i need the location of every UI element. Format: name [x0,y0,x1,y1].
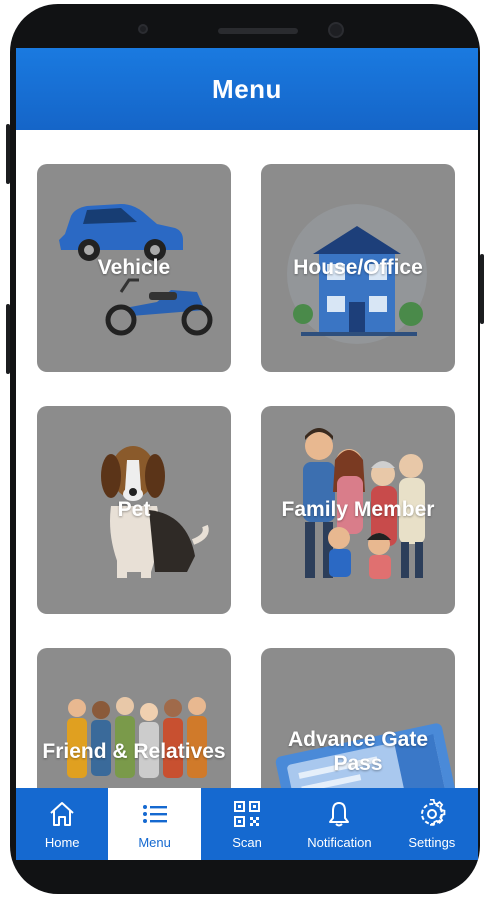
sensor [138,24,148,34]
nav-label: Menu [138,834,171,850]
bottom-navigation: Home Menu Scan Notification Settings [16,788,478,860]
page-title: Menu [212,73,282,104]
nav-menu[interactable]: Menu [108,788,201,860]
speaker-grille [218,28,298,34]
card-label: Pet [117,498,151,521]
side-key [480,254,484,324]
card-label: Vehicle [97,256,171,279]
nav-label: Home [44,834,80,850]
nav-notification[interactable]: Notification [293,788,385,860]
volume-button [6,304,10,374]
power-button [6,124,10,184]
app-header: Menu [16,48,478,130]
menu-card-family-member[interactable]: Family Member [261,406,455,614]
menu-card-pet[interactable]: Pet [37,406,231,614]
menu-card-vehicle[interactable]: Vehicle [37,164,231,372]
app-screen: Menu Vehicle House/Office Pet Family Mem… [16,48,478,860]
nav-label: Scan [232,834,262,850]
home-icon [50,801,74,826]
qr-code-icon [234,800,261,827]
card-label: House/Office [293,256,423,279]
nav-label: Settings [408,834,456,850]
nav-label: Notification [307,834,372,850]
menu-card-house-office[interactable]: House/Office [261,164,455,372]
gear-icon [420,798,446,826]
nav-home[interactable]: Home [16,788,108,860]
card-label: Advance Gate Pass [287,728,429,775]
nav-settings[interactable]: Settings [386,788,478,860]
front-camera [328,22,344,38]
card-label: Family Member [281,498,435,521]
list-icon [142,804,167,823]
nav-scan[interactable]: Scan [201,788,293,860]
card-label: Friend & Relatives [42,740,226,763]
bell-icon [329,801,350,826]
